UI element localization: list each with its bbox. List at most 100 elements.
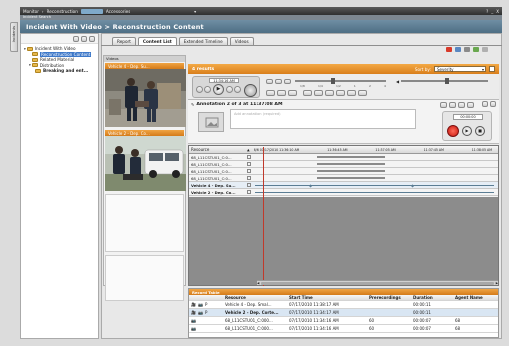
normal-icon[interactable] xyxy=(275,78,282,84)
annotation-marker-icon[interactable]: ◆ xyxy=(411,183,414,188)
col-resource[interactable]: Resource xyxy=(223,295,287,300)
layout-icon[interactable] xyxy=(482,47,488,52)
mark-in-button[interactable] xyxy=(277,89,286,96)
settings-icon[interactable] xyxy=(473,47,479,52)
col-start-time[interactable]: Start Time xyxy=(287,295,367,300)
row-checkbox[interactable] xyxy=(247,162,251,166)
volume-icon[interactable]: ◀ xyxy=(396,79,399,84)
speed-dial[interactable] xyxy=(244,84,257,97)
collapse-icon[interactable]: ▾ xyxy=(29,63,31,67)
grid-button[interactable] xyxy=(358,89,367,96)
timeline-playhead[interactable] xyxy=(263,147,264,286)
menu-accessories[interactable]: Accessories xyxy=(106,9,131,14)
help-icon[interactable]: ? xyxy=(486,9,488,14)
print-icon[interactable] xyxy=(464,47,470,52)
scroll-right-icon[interactable]: ▶ xyxy=(496,281,498,285)
skip-back-button[interactable] xyxy=(196,86,203,93)
collapse-icon[interactable]: ▾ xyxy=(24,47,26,51)
skip-forward-button[interactable] xyxy=(234,86,241,93)
sort-select[interactable]: Severity ▾ xyxy=(434,66,486,72)
row-checkbox[interactable] xyxy=(247,155,251,159)
tab-videos[interactable]: Videos xyxy=(229,37,254,45)
rewind-button[interactable] xyxy=(204,86,211,93)
table-row[interactable]: 📷 68_L11CSTU01_C:000... 07/17/2010 11:34… xyxy=(189,325,498,333)
tab-content-list[interactable]: Content List xyxy=(137,37,177,45)
record-stop-button[interactable]: ■ xyxy=(475,126,485,136)
timeline-row[interactable]: Vehicle 2 - Dep. Co... xyxy=(189,189,498,196)
annotation-save-button[interactable] xyxy=(449,102,456,108)
volume-thumb[interactable] xyxy=(444,78,449,84)
table-row[interactable]: 📷 68_L11CSTU01_C:000... 07/17/2010 11:34… xyxy=(189,317,498,325)
timeline-segment[interactable] xyxy=(317,177,385,179)
volume-slider[interactable]: ◀ xyxy=(396,78,488,84)
sync-button[interactable] xyxy=(347,89,356,96)
col-duration[interactable]: Duration xyxy=(411,295,453,300)
fit-button[interactable] xyxy=(325,89,334,96)
timeline-segment[interactable] xyxy=(317,170,385,172)
row-checkbox[interactable] xyxy=(247,183,251,187)
sort-direction-icon[interactable] xyxy=(489,66,495,72)
accessories-dropdown-icon[interactable]: ▾ xyxy=(194,9,196,14)
fast-icon[interactable] xyxy=(284,78,291,84)
tree-item-breaking[interactable]: Breaking and ent... xyxy=(24,68,98,74)
col-agent-name[interactable]: Agent Name xyxy=(453,295,493,300)
loop-button[interactable] xyxy=(266,89,275,96)
slow-icon[interactable] xyxy=(266,78,273,84)
zoom-out-button[interactable] xyxy=(314,89,323,96)
empty-thumbnail-slot xyxy=(105,255,184,301)
row-checkbox[interactable] xyxy=(247,176,251,180)
col-prerecordings[interactable]: Prerecordings xyxy=(367,295,411,300)
annotation-more-button[interactable] xyxy=(467,102,474,108)
minimize-icon[interactable]: _ xyxy=(491,9,493,14)
table-row[interactable]: 🎥 📷 P Vehicle 2 - Dep. Corte... 07/17/20… xyxy=(189,309,498,317)
side-tab[interactable]: Incidents xyxy=(10,22,18,52)
annotation-next-button[interactable] xyxy=(490,101,496,107)
timeline-row[interactable]: Vehicle 4 - Dep. Su... ◆ ◆ xyxy=(189,182,498,189)
export-icon[interactable] xyxy=(446,47,452,52)
timeline-segment[interactable] xyxy=(317,163,385,165)
video-thumbnail[interactable]: Vehicle 4 - Dep. Su... xyxy=(105,63,186,127)
scroll-thumb[interactable] xyxy=(261,281,494,285)
record-time-field[interactable]: 00:00:00 xyxy=(453,114,483,120)
table-row[interactable]: 🎥 📷 P Vehicle 4 - Dep. Smal... 07/17/201… xyxy=(189,301,498,309)
play-button[interactable]: ▶ xyxy=(213,84,224,95)
close-icon[interactable]: X xyxy=(496,9,499,14)
record-button[interactable] xyxy=(447,125,459,137)
empty-thumbnail-slot xyxy=(105,194,184,252)
timeline-row[interactable]: 68_L11CSTU01_C:0... xyxy=(189,154,498,161)
tree-refresh-button[interactable] xyxy=(89,35,95,42)
scroll-left-icon[interactable]: ◀ xyxy=(257,281,259,285)
annotation-marker-icon[interactable]: ◆ xyxy=(309,183,312,188)
annotation-prev-button[interactable] xyxy=(482,101,488,107)
tab-extended-timeline[interactable]: Extended Timeline xyxy=(178,37,228,45)
row-checkbox[interactable] xyxy=(247,169,251,173)
tab-report[interactable]: Report xyxy=(112,37,136,45)
forward-button[interactable] xyxy=(226,86,233,93)
mark-out-button[interactable] xyxy=(288,89,297,96)
tree-edit-button[interactable] xyxy=(81,35,87,42)
timeline-row[interactable]: 68_L11CSTU01_C:0... xyxy=(189,175,498,182)
row-checkbox[interactable] xyxy=(247,190,251,194)
record-play-button[interactable]: ▶ xyxy=(462,126,472,136)
timeline-hscrollbar[interactable]: ◀ ▶ xyxy=(257,280,498,285)
menu-monitor[interactable]: Monitor xyxy=(23,9,39,14)
folder-icon xyxy=(32,57,38,62)
snapshot-button[interactable] xyxy=(336,89,345,96)
timeline-row[interactable]: 68_L11CSTU01_C:0... xyxy=(189,168,498,175)
annotation-edit-button[interactable] xyxy=(440,102,447,108)
zoom-in-button[interactable] xyxy=(303,89,312,96)
tree-add-button[interactable] xyxy=(73,35,79,42)
resource-column-header[interactable]: Resource xyxy=(189,147,247,152)
annotation-text-input[interactable]: Add annotation (required) xyxy=(230,109,416,129)
timeline-row[interactable]: 68_L11CSTU01_C:0... xyxy=(189,161,498,168)
speed-track[interactable] xyxy=(295,78,386,84)
volume-track[interactable] xyxy=(401,78,488,84)
menu-reconstruction[interactable]: Reconstruction xyxy=(47,9,78,14)
timeline-track-line xyxy=(255,184,494,186)
annotation-image-placeholder[interactable] xyxy=(198,112,224,132)
active-tab-highlight[interactable] xyxy=(80,8,103,14)
timeline-segment[interactable] xyxy=(317,156,385,158)
annotation-delete-button[interactable] xyxy=(458,102,465,108)
share-icon[interactable] xyxy=(455,47,461,52)
video-thumbnail[interactable]: Vehicle 2 - Dep. Co... xyxy=(105,130,186,191)
